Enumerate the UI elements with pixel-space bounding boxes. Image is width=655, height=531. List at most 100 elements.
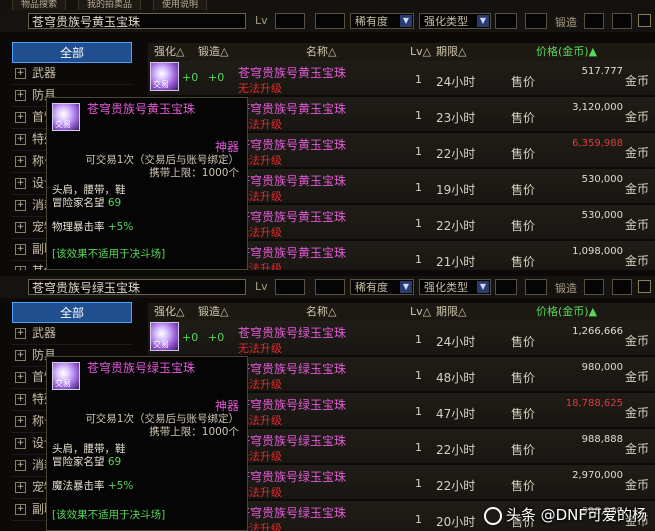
item-name: 苍穹贵族号绿玉宝珠 <box>238 434 347 448</box>
expand-icon: + <box>15 90 26 101</box>
item-duration: 22小时 <box>436 147 476 161</box>
enhance-min-input[interactable] <box>495 13 517 29</box>
expand-icon: + <box>15 350 26 361</box>
item-price: 980,000 <box>581 362 623 373</box>
item-price: 988,888 <box>581 434 623 445</box>
item-price: 3,120,000 <box>572 102 623 113</box>
category-all[interactable]: 全部 <box>12 302 132 323</box>
sell-label: 售价 <box>511 255 536 269</box>
col-lv[interactable]: Lv△ <box>410 43 431 61</box>
item-level: 1 <box>415 513 422 526</box>
enhance-type-select[interactable]: 强化类型 ▼ <box>419 279 491 295</box>
forge-min-input[interactable] <box>584 279 604 295</box>
col-enhance[interactable]: 强化△ <box>154 43 184 61</box>
lv-label: Lv <box>255 14 268 27</box>
item-duration: 22小时 <box>436 219 476 233</box>
expand-icon: + <box>15 178 26 189</box>
col-enhance[interactable]: 强化△ <box>154 303 184 321</box>
chevron-down-icon: ▼ <box>477 281 489 293</box>
sell-label: 售价 <box>511 443 536 457</box>
filter-checkbox[interactable] <box>638 280 651 293</box>
search-filter-row: 苍穹贵族号绿玉宝珠 Lv 稀有度 ▼ 强化类型 ▼ 锻造 <box>0 276 655 298</box>
tooltip-title: 苍穹贵族号绿玉宝珠 <box>87 361 196 375</box>
forge-max-input[interactable] <box>612 13 632 29</box>
search-input[interactable]: 苍穹贵族号黄玉宝珠 <box>28 13 246 29</box>
expand-icon: + <box>15 244 26 255</box>
forge-value: +0 <box>208 71 225 84</box>
item-level: 1 <box>415 145 422 158</box>
lv-max-input[interactable] <box>315 13 345 29</box>
currency-label: 金币 <box>625 334 650 348</box>
currency-label: 金币 <box>625 478 650 492</box>
lv-min-input[interactable] <box>275 279 305 295</box>
currency-label: 金币 <box>625 218 650 232</box>
item-icon: 交易 <box>52 103 80 131</box>
tooltip-title: 苍穹贵族号黄玉宝珠 <box>87 102 196 116</box>
expand-icon: + <box>15 112 26 123</box>
enhance-min-input[interactable] <box>495 279 517 295</box>
forge-label: 锻造 <box>555 16 577 29</box>
category-weapon[interactable]: + 武器 <box>12 323 132 345</box>
sell-label: 售价 <box>511 371 536 385</box>
tooltip-fame: 冒险家名望 69 <box>52 456 122 468</box>
lv-min-input[interactable] <box>275 13 305 29</box>
item-price: 530,000 <box>581 210 623 221</box>
table-row[interactable]: 交易 +0 +0 苍穹贵族号黄玉宝珠 无法升级 1 24小时 售价 517.777 金币 <box>148 61 655 97</box>
chevron-down-icon: ▼ <box>400 281 412 293</box>
filter-checkbox[interactable] <box>638 14 651 27</box>
item-duration: 24小时 <box>436 335 476 349</box>
col-price[interactable]: 价格(金币)▲ <box>536 303 597 321</box>
col-name[interactable]: 名称△ <box>306 43 336 61</box>
table-header: 强化△ 锻造△ 名称△ Lv△ 期限△ 价格(金币)▲ <box>148 303 655 321</box>
tooltip-note: [该效果不适用于决斗场] <box>52 248 166 260</box>
item-price: 530,000 <box>581 174 623 185</box>
forge-max-input[interactable] <box>612 279 632 295</box>
item-price: 517.777 <box>581 66 623 77</box>
col-forge[interactable]: 锻造△ <box>198 303 228 321</box>
item-tooltip: 交易 苍穹贵族号黄玉宝珠 神器 可交易1次（交易后与账号绑定） 携带上限：100… <box>46 97 248 270</box>
category-all[interactable]: 全部 <box>12 42 132 63</box>
item-duration: 22小时 <box>436 479 476 493</box>
item-level: 1 <box>415 405 422 418</box>
item-name: 苍穹贵族号黄玉宝珠 <box>238 66 347 80</box>
col-lv[interactable]: Lv△ <box>410 303 431 321</box>
expand-icon: + <box>15 200 26 211</box>
item-price: 1,266,666 <box>572 326 623 337</box>
expand-icon: + <box>15 266 26 270</box>
category-weapon[interactable]: + 武器 <box>12 63 132 85</box>
table-row[interactable]: 交易 +0 +0 苍穹贵族号绿玉宝珠 无法升级 1 24小时 售价 1,266,666 金币 <box>148 321 655 357</box>
enhance-type-select[interactable]: 强化类型 ▼ <box>419 13 491 29</box>
item-name: 苍穹贵族号黄玉宝珠 <box>238 102 347 116</box>
sell-label: 售价 <box>511 75 536 89</box>
enhance-max-input[interactable] <box>525 279 547 295</box>
rarity-select[interactable]: 稀有度 ▼ <box>350 13 414 29</box>
lv-max-input[interactable] <box>315 279 345 295</box>
item-name: 苍穹贵族号黄玉宝珠 <box>238 246 347 260</box>
currency-label: 金币 <box>625 254 650 268</box>
col-duration[interactable]: 期限△ <box>436 303 466 321</box>
item-name: 苍穹贵族号绿玉宝珠 <box>238 362 347 376</box>
expand-icon: + <box>15 68 26 79</box>
expand-icon: + <box>15 482 26 493</box>
currency-label: 金币 <box>625 370 650 384</box>
expand-icon: + <box>15 394 26 405</box>
item-level: 1 <box>415 181 422 194</box>
expand-icon: + <box>15 504 26 515</box>
expand-icon: + <box>15 134 26 145</box>
col-price[interactable]: 价格(金币)▲ <box>536 43 597 61</box>
col-duration[interactable]: 期限△ <box>436 43 466 61</box>
col-forge[interactable]: 锻造△ <box>198 43 228 61</box>
item-duration: 19小时 <box>436 183 476 197</box>
expand-icon: + <box>15 438 26 449</box>
rarity-select[interactable]: 稀有度 ▼ <box>350 279 414 295</box>
item-duration: 47小时 <box>436 407 476 421</box>
item-level: 1 <box>415 369 422 382</box>
item-duration: 48小时 <box>436 371 476 385</box>
enhance-max-input[interactable] <box>525 13 547 29</box>
col-name[interactable]: 名称△ <box>306 303 336 321</box>
currency-label: 金币 <box>625 442 650 456</box>
search-input[interactable]: 苍穹贵族号绿玉宝珠 <box>28 279 246 295</box>
item-name: 苍穹贵族号黄玉宝珠 <box>238 138 347 152</box>
sell-label: 售价 <box>511 479 536 493</box>
forge-min-input[interactable] <box>584 13 604 29</box>
